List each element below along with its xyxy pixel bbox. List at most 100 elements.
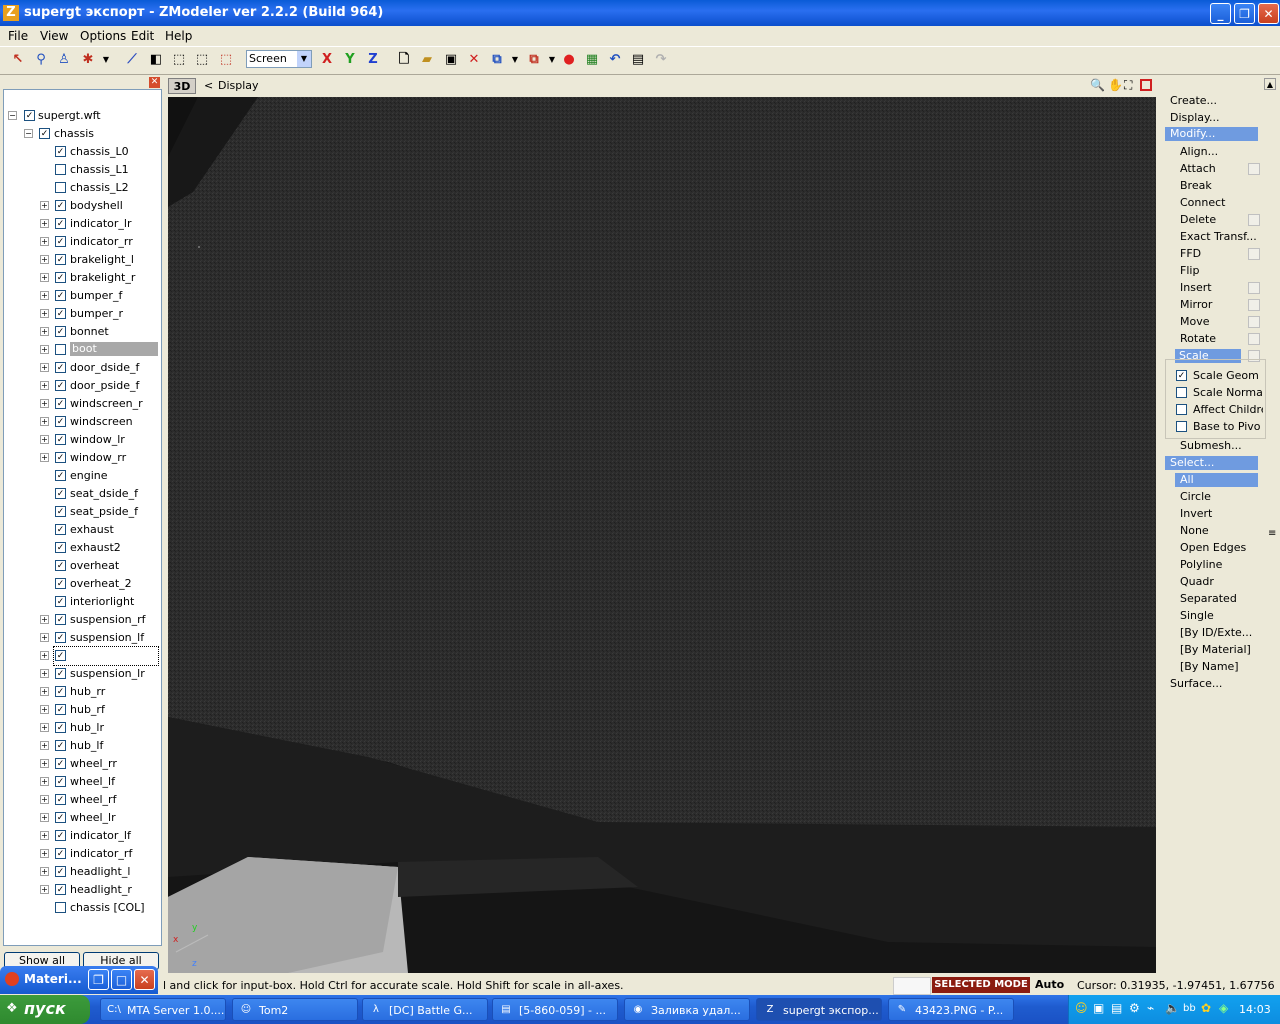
tree-item[interactable]: ✓ chassis_L0 — [4, 143, 159, 161]
materials-restore-button[interactable]: ❐ — [88, 969, 109, 990]
options-box-icon[interactable] — [1248, 214, 1260, 226]
checkbox-checked-icon[interactable]: ✓ — [55, 236, 66, 247]
tray-language[interactable]: bb — [1183, 1003, 1196, 1014]
materials-maximize-button[interactable]: □ — [111, 969, 132, 990]
expand-icon[interactable]: + — [40, 687, 49, 696]
checkbox-unchecked-icon[interactable] — [55, 182, 66, 193]
expand-icon[interactable]: + — [40, 255, 49, 264]
checkbox-checked-icon[interactable]: ✓ — [55, 254, 66, 265]
select-item[interactable]: All — [1175, 473, 1258, 487]
dropdown-arrow-icon[interactable]: ▼ — [98, 52, 114, 68]
checkbox-checked-icon[interactable]: ✓ — [55, 470, 66, 481]
redo-icon[interactable]: ↷ — [653, 52, 669, 68]
tree-item[interactable]: + ✓ brakelight_l — [4, 251, 159, 269]
tree-item[interactable]: + ✓ wheel_lf — [4, 773, 159, 791]
axis-z-toggle[interactable]: Z — [365, 52, 381, 68]
tray-face-icon[interactable]: ☺ — [1075, 1001, 1088, 1015]
command-display[interactable]: Display... — [1170, 111, 1219, 124]
tree-item[interactable]: chassis_L2 — [4, 179, 159, 197]
modify-item[interactable]: Delete — [1180, 213, 1216, 226]
tree-item[interactable]: + ✓ suspension_lf — [4, 629, 159, 647]
tree-item[interactable]: ✓ overheat_2 — [4, 575, 159, 593]
checkbox-checked-icon[interactable]: ✓ — [55, 380, 66, 391]
select-item[interactable]: Circle — [1180, 490, 1211, 503]
tree-item[interactable]: ✓ seat_pside_f — [4, 503, 159, 521]
select-item[interactable]: [By Material] — [1180, 643, 1251, 656]
checkbox-checked-icon[interactable]: ✓ — [55, 740, 66, 751]
notes-icon[interactable]: ▤ — [630, 52, 646, 68]
tree-item[interactable]: + ✓ door_pside_f — [4, 377, 159, 395]
expand-icon[interactable]: + — [40, 417, 49, 426]
expand-icon[interactable]: + — [40, 813, 49, 822]
tree-item[interactable]: + ✓ wheel_lr — [4, 809, 159, 827]
menu-edit[interactable]: Edit — [131, 29, 154, 43]
checkbox-checked-icon[interactable]: ✓ — [55, 434, 66, 445]
checkbox-checked-icon[interactable]: ✓ — [55, 488, 66, 499]
options-box-icon[interactable] — [1248, 299, 1260, 311]
auto-indicator[interactable]: Auto — [1035, 978, 1064, 991]
tree-item[interactable]: + ✓ wheel_rf — [4, 791, 159, 809]
minimize-button[interactable]: _ — [1210, 3, 1231, 24]
chevron-down-icon[interactable]: ▼ — [297, 51, 311, 67]
tray-monitor-icon[interactable]: ▤ — [1111, 1001, 1122, 1015]
expand-icon[interactable]: + — [40, 345, 49, 354]
expand-icon[interactable]: + — [40, 885, 49, 894]
command-submesh[interactable]: Submesh... — [1180, 439, 1242, 452]
expand-icon[interactable]: + — [40, 669, 49, 678]
menu-file[interactable]: File — [8, 29, 28, 43]
modify-item[interactable]: Connect — [1180, 196, 1225, 209]
command-create[interactable]: Create... — [1170, 94, 1217, 107]
tree-item[interactable]: + ✓ hub_rr — [4, 683, 159, 701]
taskbar-button[interactable]: ◉ Заливка удал... — [624, 998, 750, 1021]
command-surface[interactable]: Surface... — [1170, 677, 1222, 690]
expand-icon[interactable]: + — [40, 327, 49, 336]
tree-item[interactable]: ✓ exhaust — [4, 521, 159, 539]
expand-icon[interactable]: + — [40, 273, 49, 282]
group-tool-icon[interactable]: ✱ — [80, 52, 96, 68]
checkbox-checked-icon[interactable]: ✓ — [55, 200, 66, 211]
materials-close-button[interactable]: ✕ — [134, 969, 155, 990]
cube-mode-icon[interactable]: ⬚ — [194, 52, 210, 68]
expand-icon[interactable]: + — [40, 759, 49, 768]
checkbox-checked-icon[interactable]: ✓ — [55, 290, 66, 301]
expand-icon[interactable]: + — [40, 399, 49, 408]
checkbox-checked-icon[interactable]: ✓ — [55, 452, 66, 463]
modify-item[interactable]: Rotate — [1180, 332, 1216, 345]
checkbox-checked-icon[interactable]: ✓ — [55, 416, 66, 427]
checkbox-checked-icon[interactable]: ✓ — [55, 704, 66, 715]
taskbar-button[interactable]: C:\ MTA Server 1.0.... — [100, 998, 226, 1021]
modify-item[interactable]: Align... — [1180, 145, 1218, 158]
tree-item[interactable]: + ✓ door_dside_f — [4, 359, 159, 377]
checkbox-unchecked-icon[interactable] — [1176, 387, 1187, 398]
checkbox-checked-icon[interactable]: ✓ — [55, 308, 66, 319]
pick-tool-icon[interactable]: ⚲ — [33, 52, 49, 68]
modify-item[interactable]: Exact Transf... — [1180, 230, 1257, 243]
viewport-mode-button[interactable]: 3D — [168, 78, 196, 94]
expand-icon[interactable]: + — [40, 741, 49, 750]
expand-icon[interactable]: + — [40, 309, 49, 318]
import-icon[interactable]: ⧉ — [489, 52, 505, 68]
tree-item[interactable]: + ✓ headlight_l — [4, 863, 159, 881]
checkbox-checked-icon[interactable]: ✓ — [55, 614, 66, 625]
delete-icon[interactable]: ✕ — [466, 52, 482, 68]
taskbar-button[interactable]: ☺ Tom2 — [232, 998, 358, 1021]
open-file-icon[interactable]: ▰ — [419, 52, 435, 68]
checkbox-unchecked-icon[interactable] — [55, 164, 66, 175]
taskbar-button[interactable]: ▤ [5-860-059] - ... — [492, 998, 618, 1021]
command-select[interactable]: Select... — [1165, 456, 1258, 470]
modify-item[interactable]: Insert — [1180, 281, 1212, 294]
expand-icon[interactable]: + — [40, 381, 49, 390]
expand-icon[interactable]: + — [40, 633, 49, 642]
expand-icon[interactable]: + — [40, 219, 49, 228]
tree-item[interactable]: + ✓ indicator_lf — [4, 827, 159, 845]
axis-x-toggle[interactable]: X — [319, 52, 335, 68]
panel-close-icon[interactable]: ✕ — [149, 77, 160, 88]
expand-icon[interactable]: + — [40, 237, 49, 246]
select-item[interactable]: Separated — [1180, 592, 1237, 605]
zmodeler-app-icon[interactable]: Z — [3, 5, 19, 21]
checkbox-checked-icon[interactable]: ✓ — [55, 524, 66, 535]
tree-item[interactable]: + ✓ bumper_r — [4, 305, 159, 323]
modify-item[interactable]: Attach — [1180, 162, 1216, 175]
taskbar-button[interactable]: λ [DC] Battle G... — [362, 998, 488, 1021]
expand-icon[interactable]: + — [40, 705, 49, 714]
